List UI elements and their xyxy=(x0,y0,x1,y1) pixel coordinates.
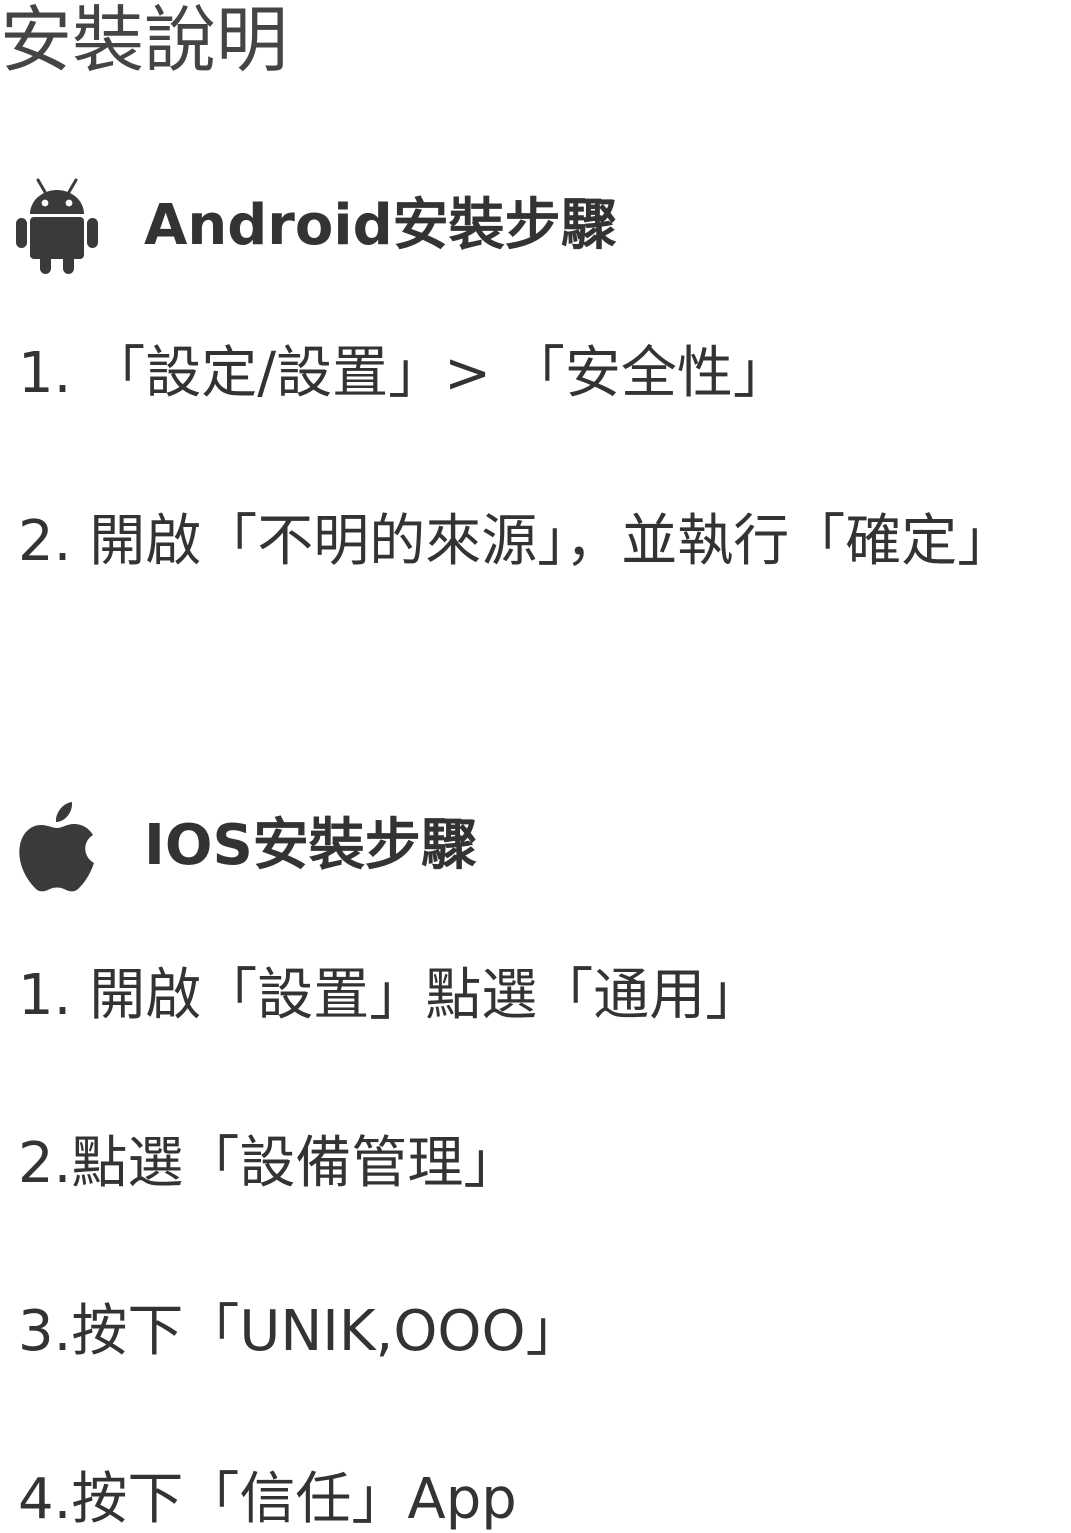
ios-step-3: 3.按下「UNIK,OOO」 xyxy=(18,1299,582,1364)
ios-section-title: IOS安裝步驟 xyxy=(144,813,477,879)
android-icon xyxy=(16,178,98,275)
android-section-title: Android安裝步驟 xyxy=(144,193,617,259)
ios-step-1: 1. 開啟「設置」點選「通用」 xyxy=(18,963,762,1028)
android-header: Android安裝步驟 xyxy=(16,148,617,305)
page-title: 安裝說明 xyxy=(0,0,289,82)
apple-icon xyxy=(16,798,98,894)
ios-step-4: 4.按下「信任」App xyxy=(18,1467,517,1532)
ios-step-2: 2.點選「設備管理」 xyxy=(18,1131,520,1196)
android-step-2: 2. 開啟「不明的來源」，並執行「確定」 xyxy=(18,509,1014,574)
ios-header: IOS安裝步驟 xyxy=(16,768,477,925)
android-step-1: 1. 「設定/設置」> 「安全性」 xyxy=(18,341,789,406)
